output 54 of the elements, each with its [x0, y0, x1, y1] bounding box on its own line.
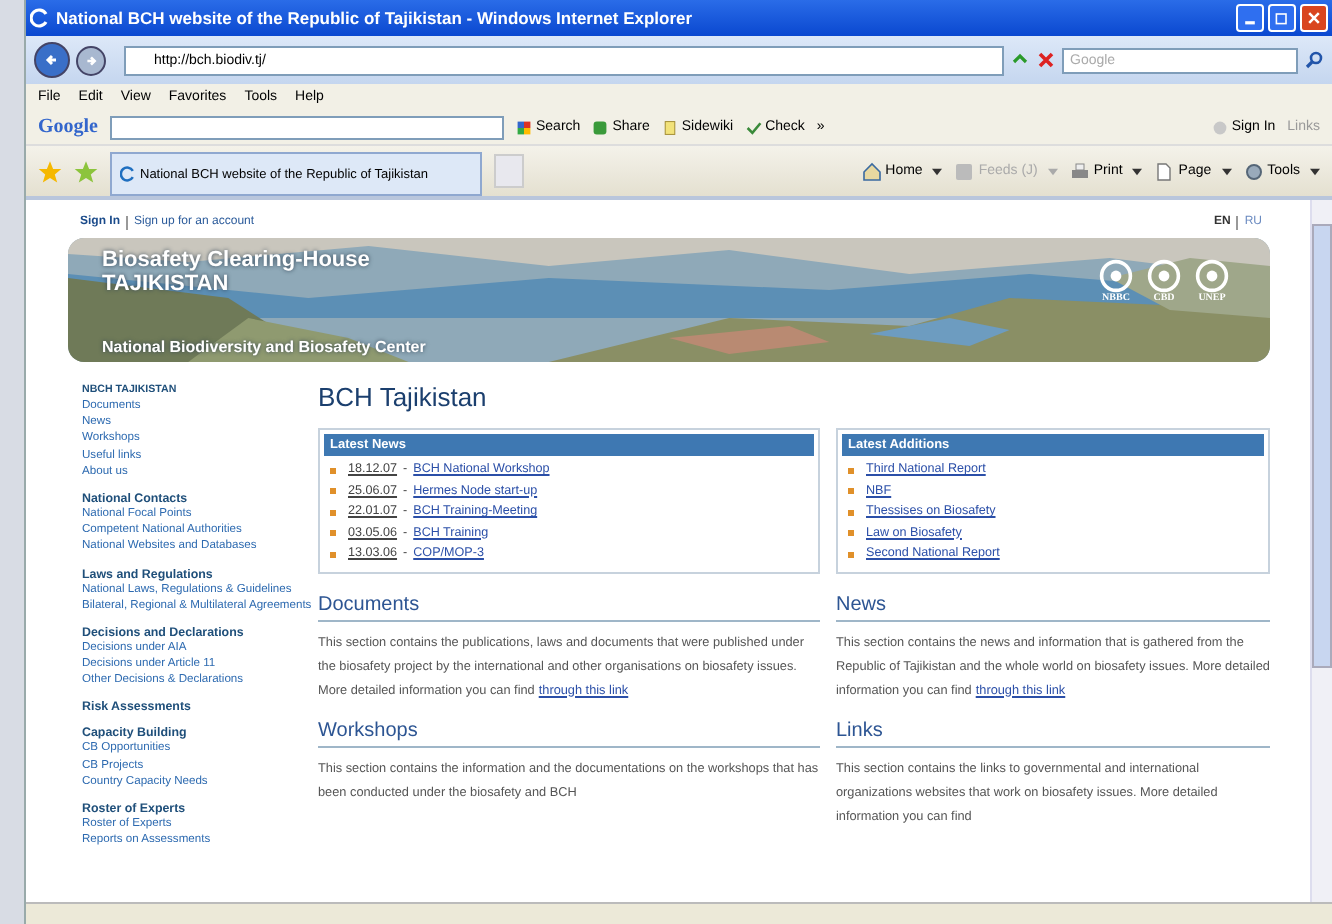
- back-arrow-icon: [42, 50, 62, 70]
- bullet-icon: [330, 551, 336, 558]
- back-button[interactable]: [34, 42, 70, 78]
- user-icon: [1211, 119, 1228, 135]
- bullet-icon: [330, 530, 336, 537]
- caret-icon: [1132, 167, 1143, 175]
- scroll-thumb[interactable]: [1312, 224, 1332, 668]
- checkmark-icon: [745, 119, 762, 135]
- bullet-icon: [848, 509, 854, 516]
- browser-icon: [30, 8, 50, 28]
- bullet-icon: [848, 551, 854, 558]
- section-title: Documents: [318, 593, 820, 621]
- google-logo: Google: [38, 116, 98, 138]
- maximize-icon: [1274, 10, 1290, 26]
- star-icon[interactable]: [38, 159, 62, 183]
- caret-icon: [932, 167, 943, 175]
- maximize-button[interactable]: [1268, 4, 1296, 32]
- page-heading: BCH Tajikistan: [318, 382, 489, 412]
- printer-icon: [1069, 161, 1090, 181]
- bullet-icon: [330, 488, 336, 495]
- close-button[interactable]: [1300, 4, 1328, 32]
- banner-title: Biosafety Clearing-House TAJIKISTAN: [102, 248, 372, 296]
- forward-button[interactable]: [76, 45, 106, 75]
- page-icon: [1154, 161, 1175, 181]
- home-icon: [861, 161, 882, 181]
- bullet-icon: [848, 488, 854, 495]
- toolbar-search-field[interactable]: [110, 115, 504, 139]
- emblem-icon: [1146, 258, 1182, 294]
- search-icon[interactable]: [1304, 50, 1324, 70]
- section-title: News: [836, 593, 1270, 621]
- section-title: Links: [836, 719, 1270, 747]
- stop-icon[interactable]: [1036, 50, 1056, 70]
- bullet-icon: [848, 467, 854, 474]
- share-icon: [592, 119, 609, 135]
- bullet-icon: [848, 530, 854, 537]
- squares-icon: [516, 119, 532, 135]
- banner-subtitle: National Biodiversity and Biosafety Center: [102, 338, 426, 356]
- close-icon: [1306, 10, 1322, 26]
- window-title: National BCH website of the Republic of Tajikistan - Windows Internet Explorer: [56, 8, 695, 28]
- bullet-icon: [330, 509, 336, 516]
- bullet-icon: [330, 467, 336, 474]
- minimize-button[interactable]: [1236, 4, 1264, 32]
- section-title: Workshops: [318, 719, 820, 747]
- settings-icon: [1243, 161, 1264, 181]
- caret-icon: [1221, 167, 1232, 175]
- feed-icon: [954, 161, 975, 181]
- emblem-icon: [1194, 258, 1230, 294]
- note-icon: [661, 119, 678, 135]
- browser-icon: [120, 166, 136, 182]
- caret-icon: [1310, 167, 1320, 175]
- emblem-icon: [1098, 258, 1134, 294]
- caret-icon: [1047, 167, 1058, 175]
- scrollbar[interactable]: [1310, 200, 1332, 902]
- forward-arrow-icon: [82, 51, 100, 69]
